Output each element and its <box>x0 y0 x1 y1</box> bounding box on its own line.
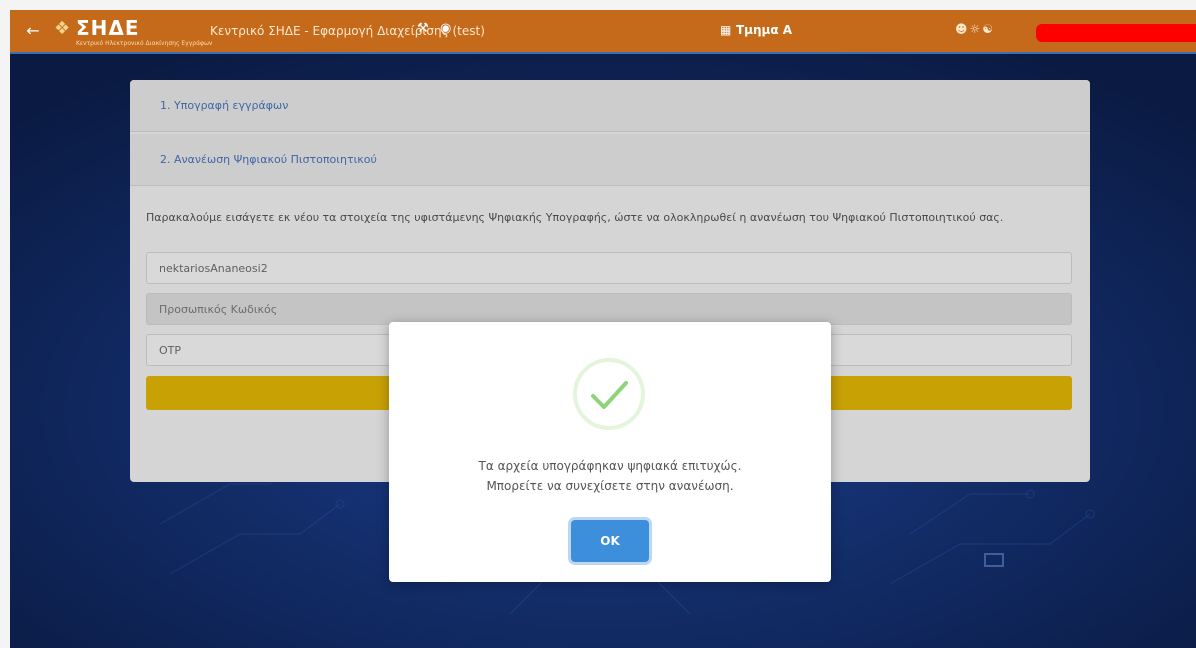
logo-mark-icon: ❖ <box>54 18 71 39</box>
back-arrow-icon[interactable]: ← <box>24 22 42 40</box>
app-window: ← ❖ ΣΗΔΕ Κεντρικό Ηλεκτρονικό Διακίνησης… <box>10 10 1196 648</box>
user-group-icons[interactable]: ☻☼☯ <box>955 22 995 36</box>
user-settings-icon[interactable]: ☼ <box>970 22 983 36</box>
success-dialog: Τα αρχεία υπογράφηκαν ψηφιακά επιτυχώς. … <box>389 322 831 582</box>
dialog-message-line2: Μπορείτε να συνεχίσετε στην ανανέωση. <box>486 479 734 493</box>
tools-icon[interactable]: ⚒ <box>417 21 431 36</box>
logo-text: ΣΗΔΕ <box>76 16 140 40</box>
logo-subtitle: Κεντρικό Ηλεκτρονικό Διακίνησης Εγγράφων <box>76 40 213 47</box>
dialog-message-line1: Τα αρχεία υπογράφηκαν ψηφιακά επιτυχώς. <box>478 459 742 473</box>
users-icon[interactable]: ☯ <box>982 22 995 36</box>
ok-button[interactable]: OK <box>571 520 649 562</box>
dialog-message: Τα αρχεία υπογράφηκαν ψηφιακά επιτυχώς. … <box>409 456 811 496</box>
eye-icon[interactable]: ◉ <box>440 21 456 36</box>
top-bar: ← ❖ ΣΗΔΕ Κεντρικό Ηλεκτρονικό Διακίνησης… <box>10 10 1196 54</box>
logo: ❖ ΣΗΔΕ Κεντρικό Ηλεκτρονικό Διακίνησης Ε… <box>54 16 212 48</box>
user-icon[interactable]: ☻ <box>955 22 970 36</box>
department-label[interactable]: Τμημα Α <box>736 23 792 37</box>
redacted-user-name <box>1036 24 1196 42</box>
success-check-icon <box>573 358 645 430</box>
building-icon: ▦ <box>720 23 732 37</box>
